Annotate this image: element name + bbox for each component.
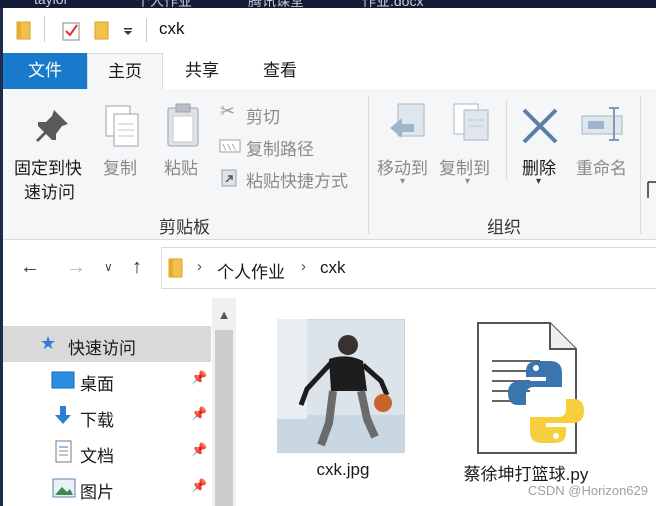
paste-label: 粘贴 bbox=[164, 159, 198, 178]
recent-locations-chevron-icon[interactable]: ∨ bbox=[104, 260, 113, 274]
nav-item-documents[interactable]: 文档 📌 bbox=[3, 434, 211, 470]
folder-icon bbox=[168, 258, 183, 278]
copy-path-icon: \\\ bbox=[219, 139, 241, 153]
tab-share[interactable]: 共享 bbox=[166, 53, 238, 89]
delete-dropdown-icon: ▾ bbox=[536, 176, 542, 187]
copy-to-dropdown-icon: ▾ bbox=[465, 176, 471, 187]
copy-button[interactable]: 复制 bbox=[98, 100, 146, 184]
nav-item-label: 下载 bbox=[80, 411, 114, 430]
quick-access-dropdown-icon[interactable] bbox=[122, 27, 134, 37]
picture-icon bbox=[52, 478, 76, 498]
tab-home[interactable]: 主页 bbox=[87, 53, 163, 91]
desktop-item: taylor bbox=[34, 0, 68, 7]
copy-icon bbox=[105, 105, 139, 147]
pin-icon[interactable]: 📌 bbox=[191, 478, 207, 494]
title-separator bbox=[146, 18, 147, 42]
copy-to-icon bbox=[453, 103, 489, 141]
new-folder-partial-icon bbox=[647, 181, 656, 198]
pin-to-quick-access-button[interactable]: 固定到快 速访问 bbox=[10, 100, 94, 208]
pin-icon[interactable]: 📌 bbox=[191, 442, 207, 458]
nav-item-label: 文档 bbox=[80, 447, 114, 466]
breadcrumb-item[interactable]: cxk bbox=[320, 258, 346, 278]
ribbon-inner-separator bbox=[506, 100, 507, 180]
pin-icon[interactable]: 📌 bbox=[191, 406, 207, 422]
move-to-button[interactable]: 移动到 ▾ bbox=[376, 100, 434, 190]
paste-shortcut-label: 粘贴快捷方式 bbox=[246, 172, 348, 191]
rename-icon bbox=[581, 107, 623, 141]
watermark: CSDN @Horizon629 bbox=[527, 483, 648, 498]
desktop-item: 作业.docx bbox=[362, 0, 424, 8]
copy-label: 复制 bbox=[103, 159, 137, 178]
desktop-item: 个人作业 bbox=[136, 0, 192, 8]
star-icon: ★ bbox=[40, 333, 57, 353]
document-icon bbox=[55, 440, 72, 463]
move-to-dropdown-icon: ▾ bbox=[400, 176, 406, 187]
breadcrumb-chevron-icon[interactable]: › bbox=[197, 258, 202, 275]
title-separator bbox=[44, 16, 45, 42]
forward-arrow-icon[interactable]: → bbox=[66, 256, 86, 279]
window-title: cxk bbox=[159, 19, 185, 38]
copy-path-label: 复制路径 bbox=[246, 140, 314, 159]
nav-item-downloads[interactable]: 下载 📌 bbox=[3, 398, 211, 434]
pin-icon bbox=[36, 110, 68, 142]
clipboard-group-label: 剪贴板 bbox=[159, 218, 210, 237]
ribbon-group-separator bbox=[640, 96, 641, 234]
image-thumbnail bbox=[277, 319, 405, 453]
pin-label-line1: 固定到快 bbox=[14, 159, 82, 178]
pin-icon[interactable]: 📌 bbox=[191, 370, 207, 386]
organize-group-label: 组织 bbox=[487, 218, 521, 237]
paste-button[interactable]: 粘贴 bbox=[158, 100, 208, 184]
nav-item-desktop[interactable]: 桌面 📌 bbox=[3, 362, 211, 398]
paste-shortcut-icon bbox=[221, 169, 237, 187]
scroll-up-chevron-icon[interactable]: ▲ bbox=[212, 302, 236, 328]
svg-text:\\\: \\\ bbox=[222, 143, 237, 152]
scissors-icon: ✂ bbox=[220, 101, 236, 121]
scrollbar-thumb[interactable] bbox=[215, 330, 233, 506]
move-to-icon bbox=[390, 103, 425, 138]
breadcrumb-item[interactable]: 个人作业 bbox=[217, 258, 285, 283]
rename-label: 重命名 bbox=[576, 159, 627, 178]
desktop-taskbar-strip: taylor 个人作业 腾讯课堂 作业.docx bbox=[0, 0, 656, 8]
back-arrow-icon[interactable]: ← bbox=[20, 256, 40, 279]
nav-item-pictures[interactable]: 图片 📌 bbox=[3, 470, 211, 506]
clipboard-icon bbox=[167, 103, 199, 147]
tab-view[interactable]: 查看 bbox=[244, 53, 316, 89]
delete-x-icon bbox=[522, 108, 558, 144]
copy-to-button[interactable]: 复制到 ▾ bbox=[438, 100, 498, 190]
file-item[interactable]: cxk.jpg bbox=[268, 312, 418, 482]
file-name: cxk.jpg bbox=[316, 460, 370, 479]
copy-path-button[interactable]: \\\ 复制路径 bbox=[218, 133, 358, 159]
download-arrow-icon bbox=[55, 406, 71, 424]
desktop-item: 腾讯课堂 bbox=[248, 0, 304, 8]
ribbon-group-separator bbox=[368, 96, 369, 234]
desktop-icon bbox=[51, 371, 75, 389]
folder-icon bbox=[16, 21, 31, 40]
file-item[interactable]: 蔡徐坤打篮球.py bbox=[446, 312, 606, 484]
nav-item-label: 图片 bbox=[80, 483, 114, 502]
tab-file[interactable]: 文件 bbox=[3, 53, 87, 89]
rename-button[interactable]: 重命名 bbox=[574, 100, 634, 184]
file-name: 蔡徐坤打篮球.py bbox=[463, 465, 589, 484]
cut-button[interactable]: ✂ 剪切 bbox=[218, 101, 358, 127]
python-file-icon bbox=[477, 322, 584, 454]
nav-item-label: 桌面 bbox=[80, 375, 114, 394]
delete-button[interactable]: 删除 ▾ bbox=[516, 100, 566, 190]
new-folder-icon[interactable] bbox=[94, 20, 110, 40]
nav-item-label: 快速访问 bbox=[68, 339, 136, 358]
cut-label: 剪切 bbox=[246, 108, 280, 127]
properties-checkbox-icon[interactable] bbox=[61, 20, 81, 42]
pin-label-line2: 速访问 bbox=[24, 183, 75, 202]
nav-item-quick-access[interactable]: ★ 快速访问 bbox=[3, 326, 211, 362]
up-arrow-icon[interactable]: ↑ bbox=[132, 256, 142, 279]
breadcrumb-chevron-icon[interactable]: › bbox=[301, 258, 306, 275]
paste-shortcut-button[interactable]: 粘贴快捷方式 bbox=[218, 165, 358, 191]
